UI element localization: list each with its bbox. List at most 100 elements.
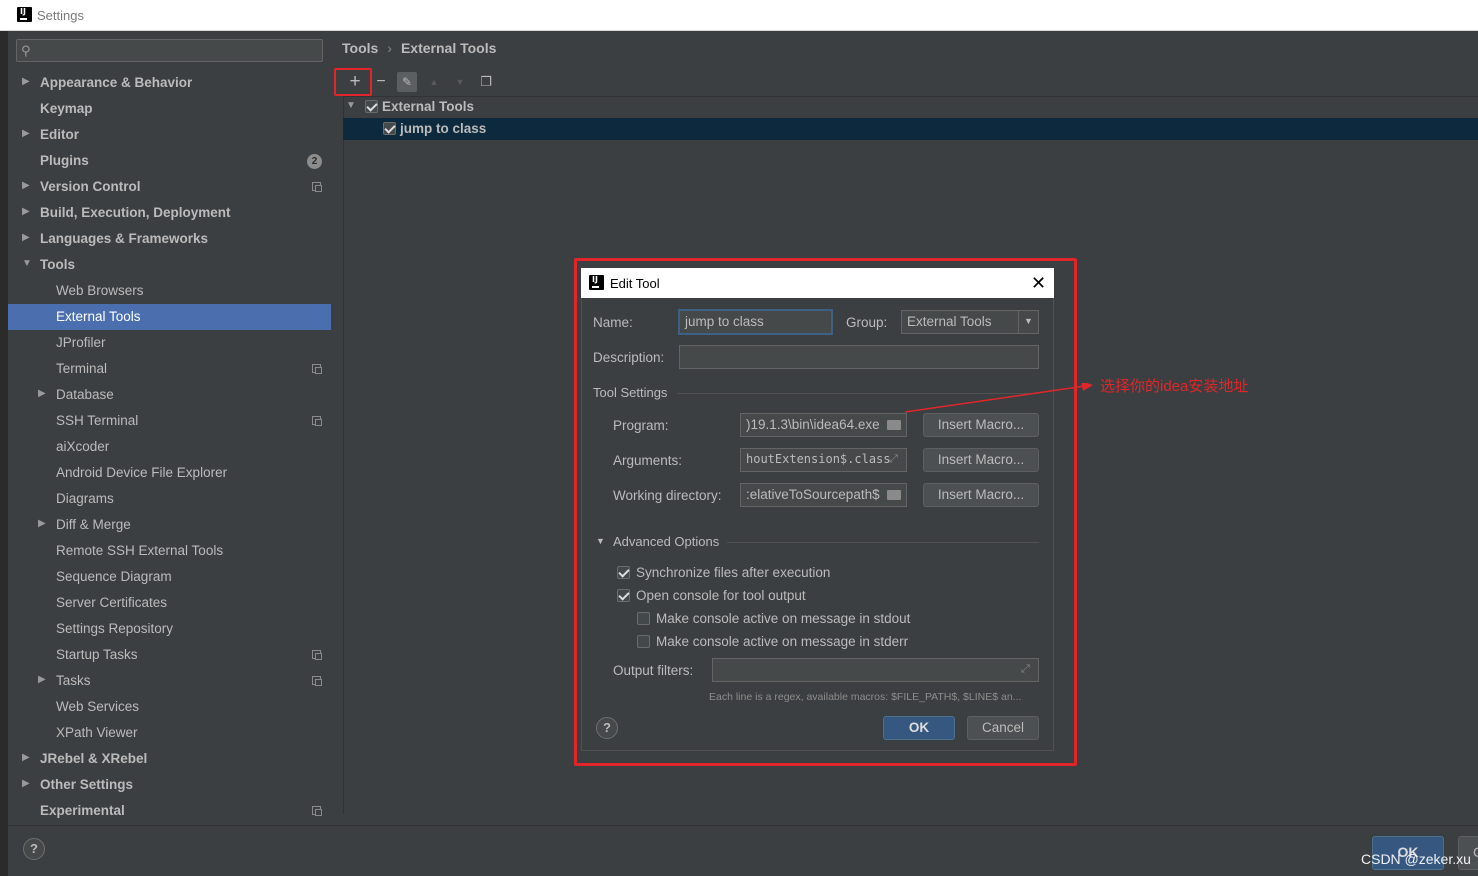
output-filters-input[interactable] [712, 658, 1039, 682]
console-stderr-checkbox[interactable] [637, 635, 650, 648]
name-label: Name: [593, 315, 633, 330]
sidebar-item-database[interactable]: ▶ Database [8, 382, 331, 408]
output-filters-hint: Each line is a regex, available macros: … [709, 691, 1022, 703]
copy-tool-button[interactable]: ❐ [476, 72, 496, 92]
dialog-help-button[interactable]: ? [596, 717, 618, 739]
workdir-input[interactable]: :elativeToSourcepath$ [740, 483, 907, 507]
folder-icon[interactable] [887, 420, 901, 430]
sidebar-item-tools[interactable]: ▼ Tools [8, 252, 331, 278]
expand-arrow-icon: ▶ [22, 76, 30, 87]
expand-arrow-icon: ▶ [38, 518, 46, 529]
arguments-insert-macro-button[interactable]: Insert Macro... [923, 448, 1039, 472]
move-down-button[interactable]: ▼ [450, 72, 470, 92]
sidebar-item-languages[interactable]: ▶ Languages & Frameworks [8, 226, 331, 252]
settings-search-input[interactable]: ⚲ [16, 39, 323, 62]
sidebar-item-build[interactable]: ▶ Build, Execution, Deployment [8, 200, 331, 226]
sidebar-item-startup-tasks[interactable]: Startup Tasks [8, 642, 331, 668]
group-enabled-checkbox[interactable] [365, 100, 378, 113]
sync-files-checkbox[interactable] [617, 566, 630, 579]
description-input[interactable] [679, 345, 1039, 369]
workdir-insert-macro-button[interactable]: Insert Macro... [923, 483, 1039, 507]
intellij-logo-icon [589, 275, 604, 290]
arguments-label: Arguments: [613, 453, 683, 468]
sidebar-item-appearance[interactable]: ▶ Appearance & Behavior [8, 70, 331, 96]
expand-icon[interactable]: ⤢ [1021, 663, 1030, 676]
program-label: Program: [613, 418, 669, 433]
sidebar-item-settings-repository[interactable]: Settings Repository [8, 616, 331, 642]
sidebar-item-android-file-explorer[interactable]: Android Device File Explorer [8, 460, 331, 486]
window-title: Settings [37, 8, 84, 23]
expand-icon[interactable]: ⤢ [889, 453, 898, 466]
sidebar-item-editor[interactable]: ▶ Editor [8, 122, 331, 148]
collapse-arrow-icon: ▼ [22, 258, 32, 269]
description-label: Description: [593, 350, 665, 365]
expand-arrow-icon: ▶ [22, 778, 30, 789]
open-console-label: Open console for tool output [636, 588, 806, 603]
copy-icon: ❐ [480, 74, 492, 89]
sidebar-item-ssh-terminal[interactable]: SSH Terminal [8, 408, 331, 434]
folder-icon[interactable] [887, 490, 901, 500]
open-console-checkbox[interactable] [617, 589, 630, 602]
expand-arrow-icon: ▶ [38, 388, 46, 399]
breadcrumb-parent[interactable]: Tools [342, 40, 378, 56]
tool-enabled-checkbox[interactable] [383, 122, 396, 135]
left-edge [0, 31, 8, 876]
project-settings-icon [312, 676, 322, 686]
collapse-arrow-icon[interactable]: ▼ [596, 536, 605, 546]
dialog-ok-button[interactable]: OK [883, 716, 955, 740]
sidebar-item-aixcoder[interactable]: aiXcoder [8, 434, 331, 460]
sidebar-item-keymap[interactable]: Keymap [8, 96, 331, 122]
sidebar-item-server-certificates[interactable]: Server Certificates [8, 590, 331, 616]
window-titlebar: Settings [0, 0, 1478, 31]
sidebar-item-sequence-diagram[interactable]: Sequence Diagram [8, 564, 331, 590]
breadcrumb-current: External Tools [400, 40, 497, 56]
sidebar-item-experimental[interactable]: Experimental [8, 798, 331, 824]
sidebar-item-web-services[interactable]: Web Services [8, 694, 331, 720]
move-up-button[interactable]: ▲ [424, 72, 444, 92]
annotation-text: 选择你的idea安装地址 [1100, 378, 1249, 395]
sidebar-item-terminal[interactable]: Terminal [8, 356, 331, 382]
tool-row-selected[interactable]: jump to class [343, 118, 1478, 140]
project-settings-icon [312, 364, 322, 374]
csdn-watermark: CSDN @zeker.xu [1361, 851, 1471, 867]
sidebar-item-remote-ssh-tools[interactable]: Remote SSH External Tools [8, 538, 331, 564]
breadcrumb: Tools › External Tools [342, 40, 496, 56]
annotation-highlight-add [334, 68, 372, 96]
close-icon[interactable]: ✕ [1031, 273, 1046, 294]
sidebar-item-tasks[interactable]: ▶ Tasks [8, 668, 331, 694]
sidebar-item-other-settings[interactable]: ▶ Other Settings [8, 772, 331, 798]
console-stdout-checkbox[interactable] [637, 612, 650, 625]
settings-help-button[interactable]: ? [23, 838, 45, 860]
tools-group-row[interactable]: ▼ External Tools [343, 96, 1478, 118]
expand-arrow-icon: ▶ [22, 752, 30, 763]
program-input[interactable]: )19.1.3\bin\idea64.exe [740, 413, 907, 437]
advanced-options-toggle[interactable]: Advanced Options [613, 534, 719, 549]
chevron-down-icon[interactable]: ▼ [1018, 310, 1038, 333]
sidebar-item-web-browsers[interactable]: Web Browsers [8, 278, 331, 304]
settings-tree: ▶ Appearance & Behavior Keymap ▶ Editor Pl… [8, 70, 331, 825]
expand-arrow-icon: ▶ [22, 232, 30, 243]
expand-arrow-icon: ▶ [38, 674, 46, 685]
separator [727, 542, 1039, 543]
console-stderr-label: Make console active on message in stderr [656, 634, 909, 649]
expand-arrow-icon: ▶ [22, 206, 30, 217]
tool-settings-heading: Tool Settings [593, 385, 668, 400]
sidebar-item-diagrams[interactable]: Diagrams [8, 486, 331, 512]
search-icon: ⚲ [21, 43, 31, 58]
dialog-cancel-button[interactable]: Cancel [967, 716, 1039, 740]
sidebar-item-jprofiler[interactable]: JProfiler [8, 330, 331, 356]
collapse-arrow-icon: ▼ [346, 100, 356, 111]
expand-arrow-icon: ▶ [22, 128, 30, 139]
sidebar-item-diff-merge[interactable]: ▶ Diff & Merge [8, 512, 331, 538]
sidebar-item-external-tools[interactable]: External Tools [8, 304, 331, 330]
plugins-update-badge: 2 [307, 154, 322, 169]
sidebar-item-version-control[interactable]: ▶ Version Control [8, 174, 331, 200]
annotation-arrow [905, 383, 1093, 413]
sidebar-item-xpath-viewer[interactable]: XPath Viewer [8, 720, 331, 746]
sidebar-item-plugins[interactable]: Plugins 2 [8, 148, 331, 174]
sidebar-item-jrebel[interactable]: ▶ JRebel & XRebel [8, 746, 331, 772]
arguments-input[interactable]: houtExtension$.class [740, 448, 907, 472]
edit-tool-button[interactable]: ✎ [397, 72, 417, 92]
remove-tool-button[interactable]: − [371, 72, 391, 92]
name-input[interactable]: jump to class [678, 309, 833, 335]
